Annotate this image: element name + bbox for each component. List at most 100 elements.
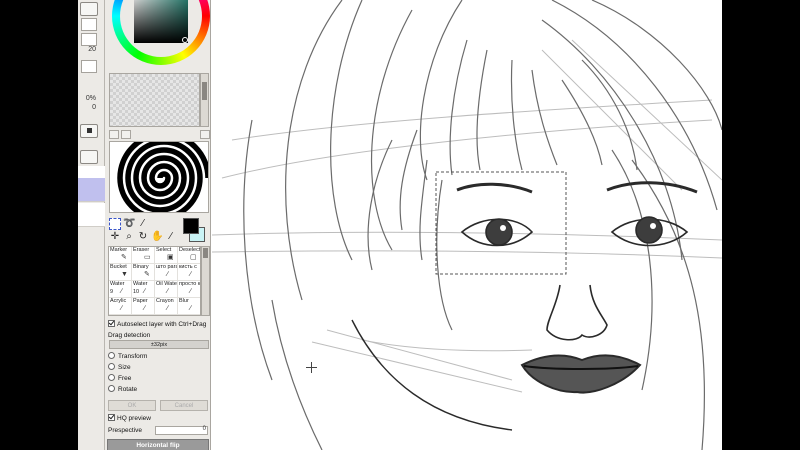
color-swatch-palette[interactable] <box>109 73 200 127</box>
face-features <box>351 181 698 431</box>
paint-tool-sai-window: 20 0% 0 ➰ ⁄ ✛ ⌕ ↻ ✋ ∕ Marker ✎ Eraser ▭ … <box>78 0 722 450</box>
brush-cell[interactable]: Oil Water ∕ <box>155 281 178 298</box>
layer-blend-label: 0 <box>92 104 96 111</box>
brush-cell[interactable]: Paper ∕ <box>132 298 155 315</box>
rotate-radio[interactable] <box>108 385 115 392</box>
brush-label: што рагазм <box>156 264 177 270</box>
brush-cell[interactable]: Bucket ▼ <box>109 264 132 281</box>
brush-label: просто к <box>179 281 201 287</box>
rotate-radio-option[interactable]: Rotate <box>108 385 137 394</box>
brush-label: Binary <box>133 264 149 270</box>
brush-cell[interactable]: Water 9 ∕ <box>109 281 132 298</box>
brush-size: 9 <box>110 289 114 295</box>
saturation-value-square[interactable] <box>134 0 188 43</box>
brush-label: Bucket <box>110 264 127 270</box>
spiral-image <box>110 142 208 212</box>
free-radio[interactable] <box>108 374 115 381</box>
size-radio-option[interactable]: Size <box>108 363 131 372</box>
drawing-canvas[interactable] <box>212 0 722 450</box>
cancel-button[interactable]: Cancel <box>160 400 208 411</box>
transform-radio-option[interactable]: Transform <box>108 352 147 361</box>
brush-icon: ▣ <box>167 254 174 261</box>
swatch-menu-button[interactable] <box>200 130 210 139</box>
layer-value-label: 20 <box>88 46 96 53</box>
brush-cell[interactable]: Select ▣ <box>155 247 178 264</box>
foreground-color-swatch[interactable] <box>183 218 199 234</box>
brush-label: Water <box>110 281 125 287</box>
brush-cell[interactable]: Blur ∕ <box>178 298 200 315</box>
sketch-artwork <box>212 0 722 450</box>
zoom-icon[interactable]: ⌕ <box>123 231 135 243</box>
lasso-icon[interactable]: ➰ <box>123 218 135 230</box>
brush-icon: ∕ <box>190 271 192 278</box>
brush-icon: ✎ <box>144 271 150 278</box>
hq-preview-checkbox[interactable] <box>108 414 115 421</box>
eyedropper-icon[interactable]: ∕ <box>165 231 177 243</box>
move-icon[interactable]: ✛ <box>109 231 121 243</box>
drag-detection-value: ±32pix <box>150 342 168 348</box>
perspective-select[interactable]: 0 <box>155 426 208 435</box>
transform-radio[interactable] <box>108 352 115 359</box>
lock-icon <box>87 128 92 133</box>
brush-label: Deselect <box>179 247 201 253</box>
color-picker-knob[interactable] <box>182 37 188 43</box>
layer-panel-button[interactable] <box>80 2 98 16</box>
size-radio[interactable] <box>108 363 115 370</box>
layer-lock-button[interactable] <box>80 124 98 138</box>
navigator-preview[interactable] <box>109 141 209 213</box>
color-wheel[interactable] <box>112 0 210 65</box>
brush-label: Marker <box>110 247 128 253</box>
brush-cell[interactable]: Crayon ∕ <box>155 298 178 315</box>
swatch-buttons <box>109 130 210 140</box>
brush-cell[interactable]: Marker ✎ <box>109 247 132 264</box>
layer-field-3[interactable] <box>81 60 97 73</box>
autoselect-label: Autoselect layer with Ctrl+Drag <box>117 321 207 328</box>
autoselect-checkbox[interactable] <box>108 320 115 327</box>
autoselect-option[interactable]: Autoselect layer with Ctrl+Drag <box>108 320 206 329</box>
magic-wand-icon[interactable]: ⁄ <box>137 218 149 230</box>
swatch-add-button[interactable] <box>109 130 119 139</box>
brush-icon: ▼ <box>121 271 128 278</box>
brush-label: Eraser <box>133 247 150 253</box>
select-rect-icon[interactable] <box>109 218 121 230</box>
swatch-remove-button[interactable] <box>121 130 131 139</box>
brush-cell[interactable]: Eraser ▭ <box>132 247 155 264</box>
drag-detection-label: Drag detection <box>108 332 151 339</box>
brush-icon: ∕ <box>121 305 123 312</box>
brush-cell[interactable]: кисть с ∕ <box>178 264 200 281</box>
brush-label: Oil Water <box>156 281 178 287</box>
construction-lines <box>212 39 722 393</box>
tool-icon-grid: ➰ ⁄ ✛ ⌕ ↻ ✋ ∕ <box>109 218 179 244</box>
brush-cell[interactable]: што рагазм∕ <box>155 264 178 281</box>
brush-icon: ∕ <box>167 271 169 278</box>
brush-grid: Marker ✎ Eraser ▭ Select ▣ Deselect ▢ Bucket ▼ Bin… <box>108 246 201 316</box>
rotate-icon[interactable]: ↻ <box>137 231 149 243</box>
brush-size: 10 <box>133 289 140 295</box>
brush-cell[interactable]: просто к ∕ <box>178 281 201 298</box>
layer-field-1[interactable] <box>81 18 97 31</box>
brush-cell[interactable]: Acrylic ∕ <box>109 298 132 315</box>
swatch-scrollbar[interactable] <box>200 73 209 127</box>
hand-icon[interactable]: ✋ <box>151 231 163 243</box>
new-layer-button[interactable] <box>80 150 98 164</box>
hq-preview-option[interactable]: HQ preview <box>108 414 151 423</box>
brush-icon: ∕ <box>144 305 146 312</box>
brush-label: Select <box>156 247 172 253</box>
brush-cell[interactable]: Water 10 ∕ <box>132 281 155 298</box>
ok-button[interactable]: OK <box>108 400 156 411</box>
brush-icon: ∕ <box>167 288 169 295</box>
brush-cell[interactable]: Deselect ▢ <box>178 247 201 264</box>
layer-item[interactable] <box>78 203 105 227</box>
brush-icon: ∕ <box>190 288 192 295</box>
brush-icon: ▭ <box>144 254 151 261</box>
free-radio-option[interactable]: Free <box>108 374 131 383</box>
layer-item-selected[interactable] <box>78 178 105 202</box>
brush-cell[interactable]: Binary ✎ <box>132 264 155 281</box>
horizontal-flip-button[interactable]: Horizontal flip <box>107 439 209 450</box>
layer-panel: 20 0% 0 <box>78 0 105 450</box>
hq-preview-label: HQ preview <box>117 415 151 422</box>
brush-icon: ✎ <box>121 254 127 261</box>
brush-scrollbar[interactable] <box>201 246 210 316</box>
drag-detection-slider[interactable]: ±32pix <box>109 340 209 349</box>
brush-label: Crayon <box>156 298 174 304</box>
